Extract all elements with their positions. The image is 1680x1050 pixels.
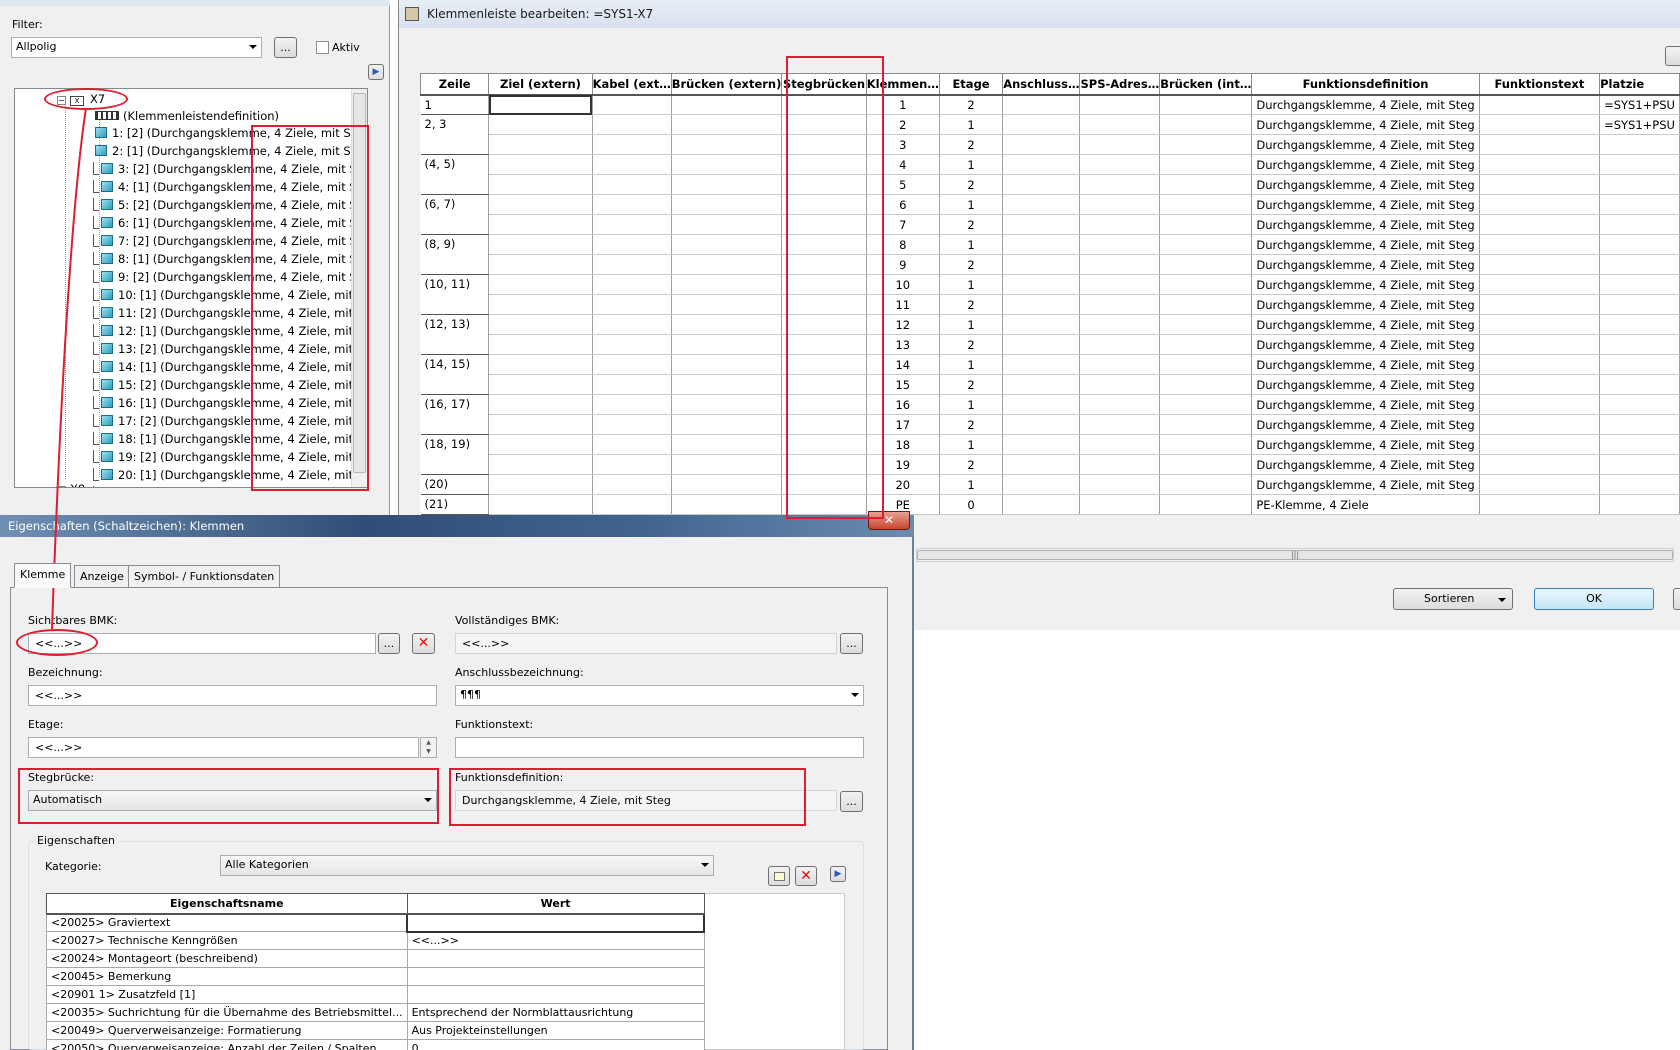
tab-label: Klemme bbox=[20, 568, 66, 581]
annotation-connector-line bbox=[51, 107, 87, 630]
tab-klemme[interactable]: Klemme bbox=[14, 563, 72, 588]
